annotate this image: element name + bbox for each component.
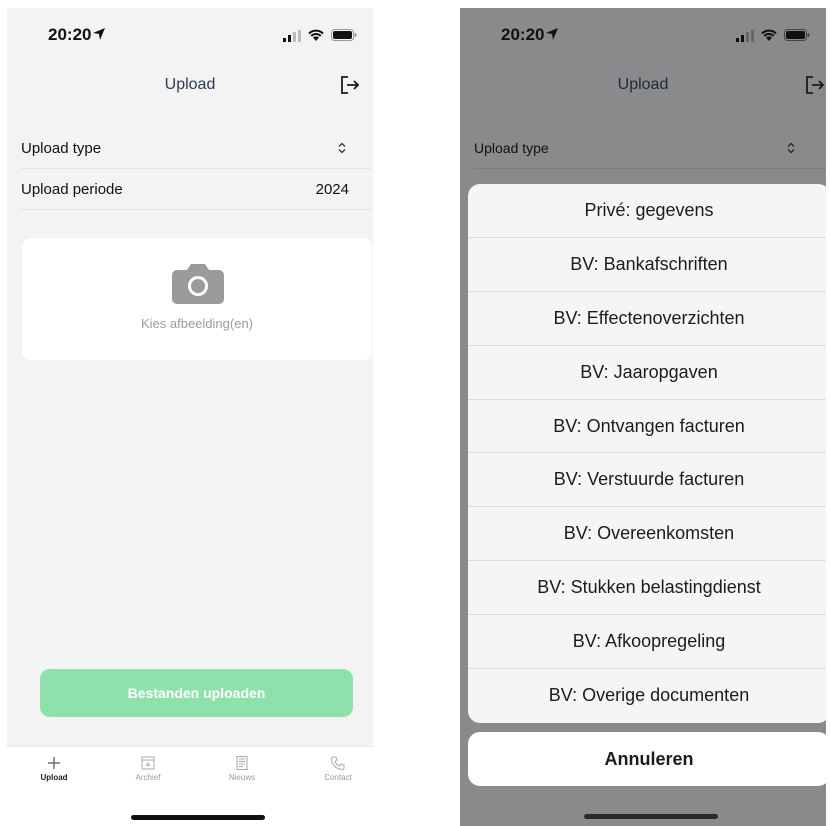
action-sheet-option[interactable]: BV: Verstuurde facturen xyxy=(468,453,826,508)
upload-period-label: Upload periode xyxy=(21,181,123,198)
action-sheet-option[interactable]: BV: Overige documenten xyxy=(468,669,826,723)
action-sheet-option[interactable]: BV: Effectenoverzichten xyxy=(468,292,826,346)
news-icon xyxy=(236,756,248,770)
archive-icon xyxy=(141,756,155,770)
phone-icon xyxy=(331,756,345,770)
action-sheet-option[interactable]: BV: Jaaropgaven xyxy=(468,346,826,400)
location-arrow-icon xyxy=(546,28,558,40)
upload-files-button[interactable]: Bestanden uploaden xyxy=(40,669,353,717)
tab-bar: Upload Archief Nieuws Contact xyxy=(7,746,373,826)
tab-label: Upload xyxy=(40,773,68,782)
upload-screen: 20:20 Upload Upload type Upload periode … xyxy=(7,8,373,826)
action-sheet-option[interactable]: BV: Afkoopregeling xyxy=(468,615,826,670)
upload-screen-with-action-sheet: 20:20 Upload Upload type Privé: gegevens… xyxy=(460,8,826,826)
tab-archive[interactable]: Archief xyxy=(118,755,178,782)
action-sheet-option[interactable]: BV: Overeenkomsten xyxy=(468,507,826,562)
location-arrow-icon xyxy=(93,28,105,40)
tab-label: Contact xyxy=(324,773,352,782)
status-bar: 20:20 xyxy=(7,8,373,66)
image-picker[interactable]: Kies afbeelding(en) xyxy=(22,238,372,360)
action-sheet-option[interactable]: BV: Bankafschriften xyxy=(468,238,826,292)
nav-bar: Upload xyxy=(7,66,373,106)
battery-icon xyxy=(331,29,357,41)
tab-label: Archief xyxy=(135,773,161,782)
upload-type-select[interactable]: Upload type xyxy=(21,128,371,169)
action-sheet-option[interactable]: Privé: gegevens xyxy=(468,184,826,238)
tab-news[interactable]: Nieuws xyxy=(212,755,272,782)
battery-icon xyxy=(784,29,810,41)
tab-label: Nieuws xyxy=(228,773,256,782)
logout-icon[interactable] xyxy=(339,74,361,96)
wifi-icon xyxy=(308,29,324,41)
upload-type-label: Upload type xyxy=(21,140,102,157)
status-bar: 20:20 xyxy=(460,8,826,66)
home-indicator xyxy=(131,815,265,820)
plus-icon xyxy=(48,757,60,769)
status-time: 20:20 xyxy=(501,25,545,44)
upload-type-action-sheet: Privé: gegevens BV: Bankafschriften BV: … xyxy=(468,184,826,723)
page-title: Upload xyxy=(617,76,669,93)
nav-bar: Upload xyxy=(460,66,826,106)
upload-form: Upload type Upload periode 2024 Kies afb… xyxy=(7,106,373,826)
tab-upload[interactable]: Upload xyxy=(24,755,84,782)
tab-contact[interactable]: Contact xyxy=(308,755,368,782)
signal-icon xyxy=(283,30,301,42)
chevron-up-down-icon xyxy=(338,142,346,154)
camera-icon xyxy=(172,264,224,304)
signal-icon xyxy=(736,30,754,42)
upload-period-select[interactable]: Upload periode 2024 xyxy=(21,169,371,210)
logout-icon[interactable] xyxy=(804,74,826,96)
action-sheet-option[interactable]: BV: Ontvangen facturen xyxy=(468,400,826,454)
page-title: Upload xyxy=(164,76,216,93)
upload-type-label: Upload type xyxy=(474,140,549,156)
image-picker-label: Kies afbeelding(en) xyxy=(140,316,254,331)
home-indicator xyxy=(584,814,718,819)
chevron-up-down-icon xyxy=(787,142,795,154)
upload-period-value: 2024 xyxy=(315,181,349,198)
status-time: 20:20 xyxy=(48,25,92,44)
wifi-icon xyxy=(761,29,777,41)
upload-type-select[interactable]: Upload type xyxy=(474,128,826,169)
cancel-button[interactable]: Annuleren xyxy=(468,732,826,786)
action-sheet-option[interactable]: BV: Stukken belastingdienst xyxy=(468,561,826,616)
